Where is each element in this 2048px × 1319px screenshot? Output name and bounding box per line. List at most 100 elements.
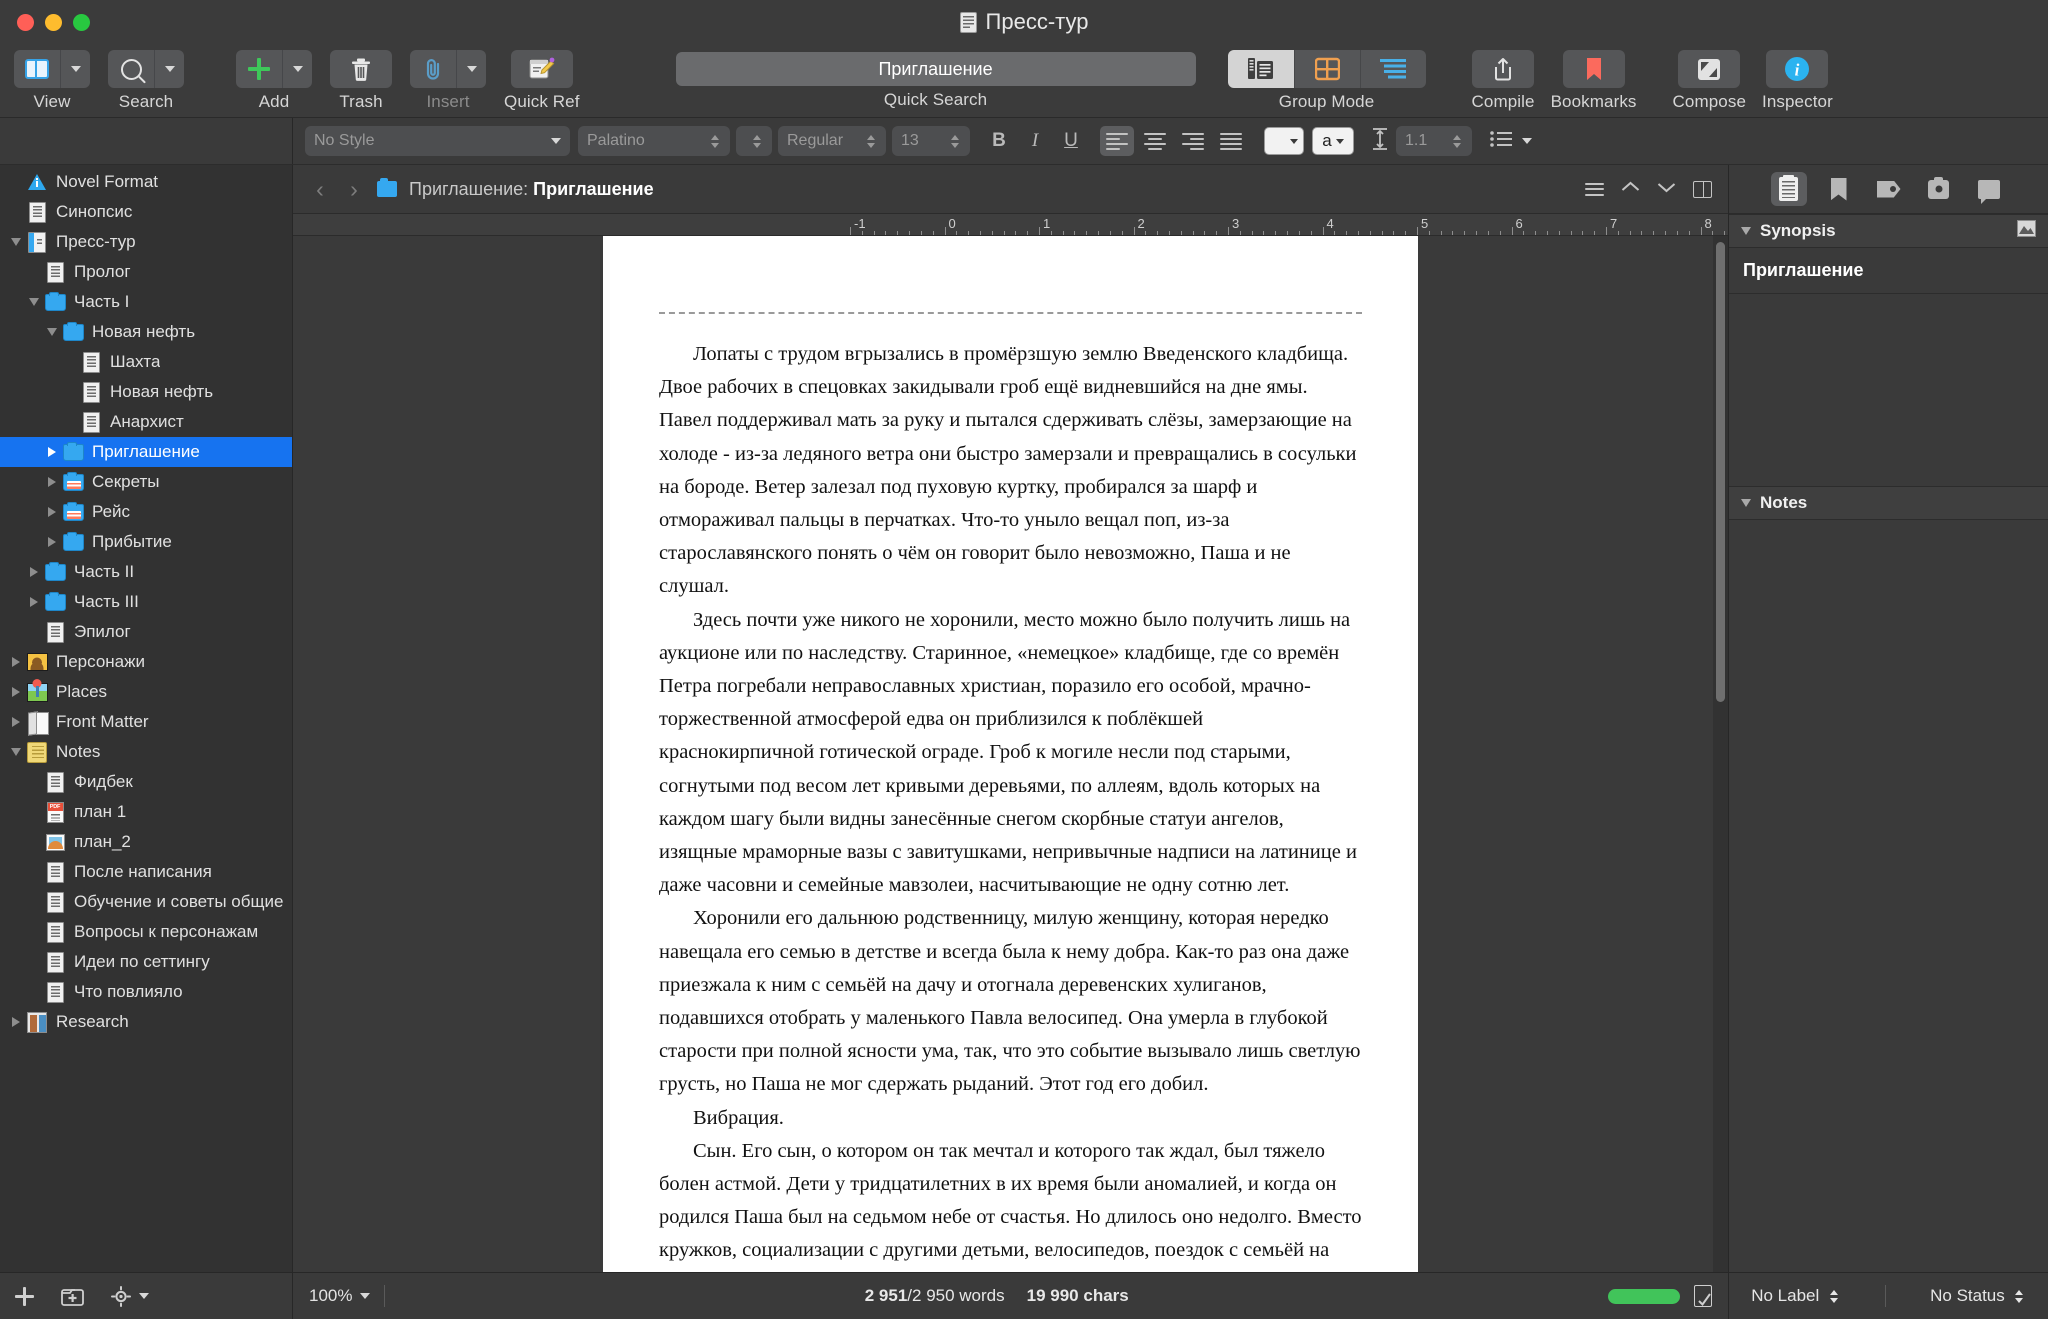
disclosure-triangle-closed[interactable] bbox=[8, 1014, 24, 1030]
disclosure-triangle-closed[interactable] bbox=[8, 714, 24, 730]
maximize-window-button[interactable] bbox=[73, 13, 90, 31]
notes-text-area[interactable] bbox=[1729, 520, 2048, 1272]
binder-item[interactable]: Фидбек bbox=[0, 767, 292, 797]
group-mode-corkboard-documents[interactable] bbox=[1227, 50, 1294, 88]
editor-menu-icon[interactable] bbox=[1585, 182, 1604, 196]
zoom-level-select[interactable]: 100% bbox=[309, 1286, 371, 1306]
binder-item[interactable]: Приглашение bbox=[0, 437, 292, 467]
binder-item[interactable]: Novel Format bbox=[0, 167, 292, 197]
bookmarks-button[interactable] bbox=[1562, 50, 1625, 88]
navigate-forward-button[interactable]: › bbox=[343, 176, 365, 203]
binder-item[interactable]: Обучение и советы общие bbox=[0, 887, 292, 917]
binder-item[interactable]: Рейс bbox=[0, 497, 292, 527]
disclosure-triangle-closed[interactable] bbox=[44, 474, 60, 490]
status-select[interactable]: No Status bbox=[1930, 1286, 2026, 1306]
manuscript-page[interactable]: Лопаты с трудом вгрызались в промёрзшую … bbox=[603, 236, 1418, 1272]
disclosure-triangle-closed[interactable] bbox=[44, 534, 60, 550]
group-mode-switcher[interactable] bbox=[1227, 50, 1426, 88]
italic-button[interactable]: I bbox=[1020, 126, 1050, 156]
synopsis-section-header[interactable]: Synopsis bbox=[1729, 214, 2048, 248]
group-mode-corkboard-grid[interactable] bbox=[1293, 50, 1360, 88]
inspector-tab-bookmarks[interactable] bbox=[1821, 172, 1857, 206]
editor-page-area[interactable]: Лопаты с трудом вгрызались в промёрзшую … bbox=[293, 236, 1728, 1272]
binder-item[interactable]: Прибытие bbox=[0, 527, 292, 557]
group-mode-outliner[interactable] bbox=[1359, 50, 1426, 88]
compile-button[interactable] bbox=[1472, 50, 1535, 88]
text-color-button[interactable]: a bbox=[1312, 127, 1354, 155]
disclosure-triangle-closed[interactable] bbox=[44, 444, 60, 460]
document-text[interactable]: Лопаты с трудом вгрызались в промёрзшую … bbox=[659, 338, 1362, 1272]
binder-item[interactable]: Шахта bbox=[0, 347, 292, 377]
binder-list[interactable]: Novel Format Синопсис Пресс-тур Пролог Часть… bbox=[0, 165, 292, 1272]
compose-button[interactable] bbox=[1678, 50, 1741, 88]
binder-item[interactable]: план_2 bbox=[0, 827, 292, 857]
add-button[interactable] bbox=[236, 50, 312, 88]
binder-item[interactable]: Places bbox=[0, 677, 292, 707]
binder-item[interactable]: Секреты bbox=[0, 467, 292, 497]
writing-target-icon[interactable] bbox=[1694, 1285, 1712, 1307]
disclosure-triangle-open[interactable] bbox=[26, 294, 42, 310]
list-dropdown-arrow[interactable] bbox=[1522, 138, 1532, 144]
binder-item[interactable]: Пресс-тур bbox=[0, 227, 292, 257]
align-left-button[interactable] bbox=[1100, 126, 1134, 156]
inspector-tab-notes[interactable] bbox=[1770, 172, 1807, 206]
editor-scrollbar[interactable] bbox=[1713, 236, 1728, 1272]
previous-document-button[interactable] bbox=[1621, 180, 1640, 199]
disclosure-triangle-open[interactable] bbox=[44, 324, 60, 340]
binder-item[interactable]: план 1 bbox=[0, 797, 292, 827]
search-dropdown-arrow[interactable] bbox=[154, 50, 184, 88]
disclosure-triangle-open[interactable] bbox=[8, 744, 24, 760]
inspector-tab-metadata[interactable] bbox=[1871, 172, 1907, 206]
inspector-tab-snapshots[interactable] bbox=[1921, 172, 1957, 206]
trash-button[interactable] bbox=[330, 50, 392, 88]
navigate-back-button[interactable]: ‹ bbox=[309, 176, 331, 203]
split-editor-icon[interactable] bbox=[1693, 180, 1712, 198]
font-family-select[interactable]: Palatino bbox=[578, 126, 730, 156]
disclosure-triangle-closed[interactable] bbox=[8, 684, 24, 700]
label-select[interactable]: No Label bbox=[1751, 1286, 1840, 1306]
binder-item[interactable]: Часть III bbox=[0, 587, 292, 617]
notes-section-header[interactable]: Notes bbox=[1729, 486, 2048, 520]
search-button[interactable] bbox=[108, 50, 184, 88]
align-right-button[interactable] bbox=[1176, 126, 1210, 156]
binder-item[interactable]: После написания bbox=[0, 857, 292, 887]
font-extra-select[interactable] bbox=[736, 126, 772, 156]
binder-item[interactable]: Эпилог bbox=[0, 617, 292, 647]
binder-item[interactable]: Синопсис bbox=[0, 197, 292, 227]
binder-item[interactable]: Notes bbox=[0, 737, 292, 767]
image-placeholder-icon[interactable] bbox=[2017, 220, 2036, 242]
binder-item[interactable]: Вопросы к персонажам bbox=[0, 917, 292, 947]
underline-button[interactable]: U bbox=[1056, 126, 1086, 156]
binder-item[interactable]: Новая нефть bbox=[0, 377, 292, 407]
binder-item[interactable]: Что повлияло bbox=[0, 977, 292, 1007]
inspector-tab-comments[interactable] bbox=[1971, 172, 2007, 206]
align-center-button[interactable] bbox=[1138, 126, 1172, 156]
quick-ref-button[interactable] bbox=[510, 50, 573, 88]
editor-scrollbar-thumb[interactable] bbox=[1716, 242, 1725, 702]
highlight-color-button[interactable] bbox=[1264, 127, 1304, 155]
disclosure-triangle-closed[interactable] bbox=[26, 564, 42, 580]
binder-item[interactable]: Front Matter bbox=[0, 707, 292, 737]
binder-item[interactable]: Часть I bbox=[0, 287, 292, 317]
binder-item[interactable]: Идеи по сеттингу bbox=[0, 947, 292, 977]
align-justify-button[interactable] bbox=[1214, 126, 1248, 156]
binder-item[interactable]: Часть II bbox=[0, 557, 292, 587]
disclosure-triangle-open[interactable] bbox=[8, 234, 24, 250]
synopsis-disclosure-icon[interactable] bbox=[1741, 227, 1751, 235]
disclosure-triangle-closed[interactable] bbox=[44, 504, 60, 520]
view-button[interactable] bbox=[14, 50, 90, 88]
binder-item[interactable]: Персонажи bbox=[0, 647, 292, 677]
synopsis-text-area[interactable] bbox=[1729, 294, 2048, 486]
binder-item[interactable]: Новая нефть bbox=[0, 317, 292, 347]
synopsis-body[interactable]: Приглашение bbox=[1729, 248, 2048, 294]
paragraph-style-select[interactable]: No Style bbox=[305, 126, 570, 156]
synopsis-title[interactable]: Приглашение bbox=[1743, 260, 2034, 281]
view-dropdown-arrow[interactable] bbox=[60, 50, 90, 88]
next-document-button[interactable] bbox=[1657, 180, 1676, 199]
close-window-button[interactable] bbox=[17, 13, 34, 31]
add-folder-button[interactable] bbox=[61, 1286, 85, 1307]
insert-dropdown-arrow[interactable] bbox=[456, 50, 486, 88]
notes-disclosure-icon[interactable] bbox=[1741, 499, 1751, 507]
font-size-select[interactable]: 13 bbox=[892, 126, 970, 156]
list-icon[interactable] bbox=[1490, 130, 1512, 152]
